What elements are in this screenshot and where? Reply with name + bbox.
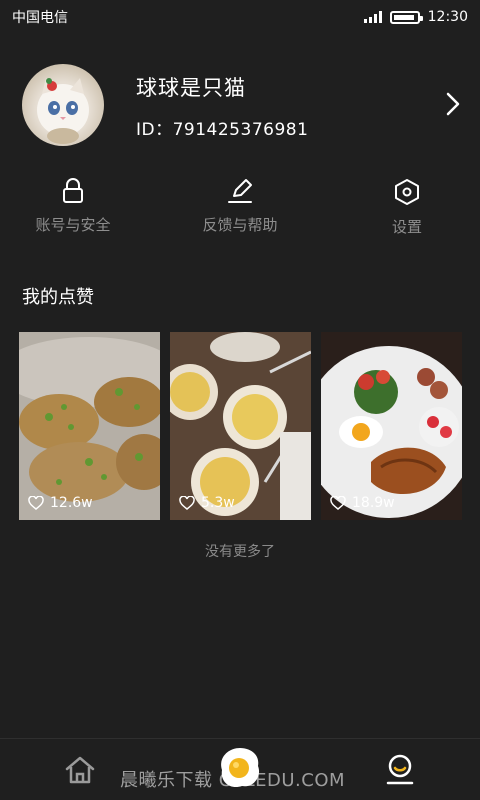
liked-card[interactable]: 5.3w (170, 332, 311, 520)
user-id: ID：791425376981 (136, 120, 309, 140)
home-icon[interactable] (63, 753, 97, 787)
chevron-right-icon[interactable] (442, 90, 464, 118)
list-end-text: 没有更多了 (205, 544, 275, 560)
battery-icon (389, 10, 423, 24)
account-security-button[interactable]: 账号与安全 (3, 172, 143, 238)
profile-tab-icon[interactable] (383, 753, 417, 787)
like-count-value: 12.6w (50, 495, 93, 511)
clock-time: 12:30 (427, 9, 468, 25)
food-image (19, 332, 160, 520)
like-count: 12.6w (28, 495, 93, 511)
signal-icon (363, 11, 382, 23)
account-security-label: 账号与安全 (35, 216, 111, 234)
fried-egg-logo (221, 748, 260, 788)
liked-card[interactable]: 18.9w (321, 332, 462, 520)
carrier-text: 中国电信 (12, 10, 68, 26)
like-count: 5.3w (179, 495, 235, 511)
heart-icon (179, 496, 195, 510)
heart-icon (28, 496, 44, 510)
feedback-help-label: 反馈与帮助 (202, 216, 278, 234)
quick-actions: 账号与安全 反馈与帮助 设置 (0, 172, 480, 242)
settings-label: 设置 (391, 218, 422, 236)
status-indicators: 12:30 (363, 9, 468, 25)
lock-icon (63, 178, 83, 203)
settings-icon (395, 179, 419, 205)
food-image (321, 332, 462, 520)
feedback-help-button[interactable]: 反馈与帮助 (170, 172, 310, 238)
heart-icon (330, 496, 346, 510)
like-count-value: 5.3w (201, 495, 235, 511)
liked-card[interactable]: 12.6w (19, 332, 160, 520)
liked-feed: 12.6w 5.3w 18.9w (19, 332, 462, 520)
bottom-nav: 晨曦乐下载 CXLEDU.COM (0, 738, 480, 800)
liked-section-title: 我的点赞 (22, 287, 94, 308)
like-count: 18.9w (330, 495, 395, 511)
like-count-value: 18.9w (352, 495, 395, 511)
user-name: 球球是只猫 (136, 76, 246, 100)
settings-button[interactable]: 设置 (337, 172, 477, 238)
food-image (170, 332, 311, 520)
cat-avatar-illustration (37, 78, 89, 144)
status-bar: 中国电信 12:30 (0, 0, 480, 34)
profile-header[interactable]: 球球是只猫 ID：791425376981 (0, 60, 480, 150)
edit-icon (228, 179, 252, 203)
avatar[interactable] (22, 64, 104, 146)
